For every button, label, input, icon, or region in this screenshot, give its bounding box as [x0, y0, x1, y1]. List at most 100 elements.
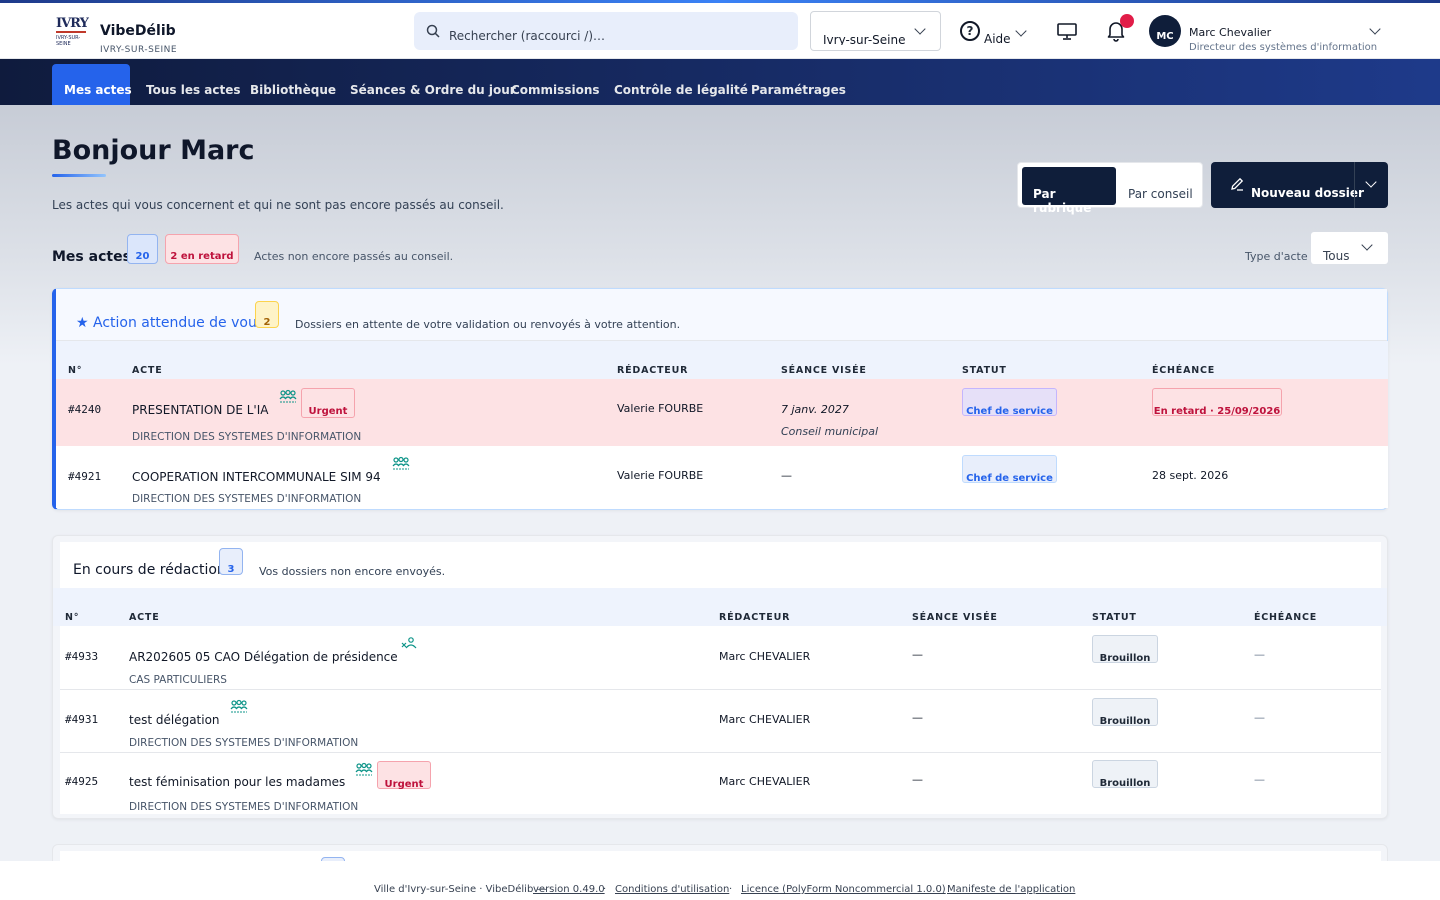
nav-parametrages[interactable]: Paramétrages: [751, 83, 846, 97]
nav-tous-les-actes[interactable]: Tous les actes: [146, 83, 241, 97]
nav-controle-legalite[interactable]: Contrôle de légalité: [614, 83, 748, 97]
row-service: DIRECTION DES SYSTEMES D'INFORMATION: [129, 801, 359, 813]
row-num: #4921: [68, 470, 102, 483]
action-card: ★ Action attendue de vous 2 Dossiers en …: [52, 288, 1388, 510]
row-title[interactable]: PRESENTATION DE L'IA: [132, 403, 268, 417]
footer-version-link[interactable]: version 0.49.0: [533, 884, 605, 895]
new-dossier-label: Nouveau dossier: [1251, 186, 1364, 200]
main-nav: Mes actes Tous les actes Bibliothèque Sé…: [0, 59, 1440, 105]
row-service: DIRECTION DES SYSTEMES D'INFORMATION: [132, 431, 362, 443]
group-icon: [279, 389, 297, 403]
chevron-down-icon[interactable]: [1365, 176, 1377, 188]
status-badge: Brouillon: [1092, 760, 1158, 789]
col-seance[interactable]: SÉANCE VISÉE: [781, 365, 867, 376]
user-name[interactable]: Marc Chevalier: [1189, 26, 1271, 39]
row-redacteur: Marc CHEVALIER: [719, 713, 811, 726]
table-header: N° ACTE RÉDACTEUR SÉANCE VISÉE STATUT ÉC…: [56, 341, 1388, 379]
row-service: DIRECTION DES SYSTEMES D'INFORMATION: [132, 493, 362, 505]
type-acte-select[interactable]: Tous: [1311, 232, 1388, 264]
table-row[interactable]: #4933 AR202605 05 CAO Délégation de prés…: [60, 626, 1381, 689]
footer-text: Ville d'Ivry-sur-Seine · VibeDélib —: [374, 884, 547, 895]
nav-bibliotheque[interactable]: Bibliothèque: [250, 83, 336, 97]
row-echeance: —: [1254, 773, 1265, 786]
footer-sep: ·: [935, 884, 939, 895]
row-num: #4925: [65, 775, 99, 788]
toggle-par-conseil[interactable]: Par conseil: [1128, 187, 1193, 201]
notifications-button[interactable]: [1105, 14, 1134, 42]
col-num: N°: [65, 612, 80, 623]
type-acte-value: Tous: [1323, 249, 1350, 263]
row-service: DIRECTION DES SYSTEMES D'INFORMATION: [129, 737, 359, 749]
col-statut[interactable]: STATUT: [1092, 612, 1137, 623]
col-redacteur[interactable]: RÉDACTEUR: [719, 612, 790, 623]
city-logo[interactable]: IVRY IVRY-SUR-SEINE: [56, 16, 89, 47]
status-label: Brouillon: [1099, 778, 1151, 789]
col-num: N°: [68, 365, 83, 376]
table-row[interactable]: #4931 test délégation DIRECTION DES SYST…: [60, 690, 1381, 752]
search-placeholder: Rechercher (raccourci /)…: [449, 29, 606, 43]
monitor-icon[interactable]: [1057, 23, 1077, 40]
delegation-icon: [401, 637, 417, 649]
urgent-label: Urgent: [384, 779, 424, 790]
section-title-mes-actes: Mes actes: [52, 249, 131, 265]
chevron-down-icon[interactable]: [1369, 23, 1381, 35]
row-redacteur: Valerie FOURBE: [617, 469, 704, 482]
urgent-label: Urgent: [308, 406, 348, 417]
redaction-count-badge: 3: [219, 548, 243, 575]
deadline-label: En retard · 25/09/2026: [1153, 406, 1281, 417]
table-row[interactable]: #4925 test féminisation pour les madames…: [60, 753, 1381, 814]
row-echeance: —: [1254, 648, 1265, 661]
action-title: ★ Action attendue de vous: [76, 315, 265, 331]
row-num: #4931: [65, 713, 99, 726]
toggle-par-rubrique[interactable]: Par rubrique: [1022, 167, 1116, 215]
row-redacteur: Valerie FOURBE: [617, 402, 704, 415]
col-acte[interactable]: ACTE: [132, 365, 163, 376]
city-select[interactable]: Ivry-sur-Seine: [810, 11, 941, 51]
table-row[interactable]: #4921 COOPERATION INTERCOMMUNALE SIM 94 …: [56, 446, 1388, 508]
logo-text: IVRY: [56, 16, 89, 33]
new-dossier-button[interactable]: Nouveau dossier: [1211, 162, 1388, 208]
footer: Ville d'Ivry-sur-Seine · VibeDélib — ver…: [0, 861, 1440, 900]
nav-commissions[interactable]: Commissions: [511, 83, 600, 97]
row-seance: —: [912, 648, 923, 661]
nav-seances[interactable]: Séances & Ordre du jour: [350, 83, 516, 97]
count-badge: 20: [127, 234, 158, 264]
footer-manifeste-link[interactable]: Manifeste de l'application: [947, 884, 1075, 895]
status-label: Chef de service: [966, 406, 1053, 417]
col-echeance[interactable]: ÉCHÉANCE: [1254, 612, 1317, 623]
row-title[interactable]: AR202605 05 CAO Délégation de présidence: [129, 650, 398, 664]
footer-licence-link[interactable]: Licence (PolyForm Noncommercial 1.0.0): [741, 884, 946, 895]
app-name[interactable]: VibeDélib: [100, 23, 176, 39]
view-toggle: Par rubrique Par conseil: [1017, 162, 1203, 215]
table-row[interactable]: #4240 PRESENTATION DE L'IA Urgent DIRECT…: [56, 379, 1388, 446]
status-label: Brouillon: [1099, 716, 1151, 727]
help-menu[interactable]: ? Aide: [960, 21, 1040, 49]
col-statut[interactable]: STATUT: [962, 365, 1007, 376]
redaction-subtitle: Vos dossiers non encore envoyés.: [259, 565, 446, 578]
late-deadline-badge: En retard · 25/09/2026: [1152, 388, 1282, 417]
action-count-badge: 2: [255, 301, 279, 328]
status-label: Brouillon: [1099, 653, 1151, 664]
footer-cgu-link[interactable]: Conditions d'utilisation: [615, 884, 729, 895]
search-icon: [426, 24, 440, 38]
search-input[interactable]: Rechercher (raccourci /)…: [414, 12, 798, 50]
col-seance[interactable]: SÉANCE VISÉE: [912, 612, 998, 623]
col-echeance[interactable]: ÉCHÉANCE: [1152, 365, 1215, 376]
col-redacteur[interactable]: RÉDACTEUR: [617, 365, 688, 376]
row-seance-name: Conseil municipal: [781, 425, 879, 438]
urgent-badge: Urgent: [377, 761, 431, 790]
row-title[interactable]: test délégation: [129, 713, 220, 727]
late-badge[interactable]: 2 en retard: [165, 234, 239, 264]
row-title[interactable]: COOPERATION INTERCOMMUNALE SIM 94: [132, 470, 381, 484]
page-subtitle: Les actes qui vous concernent et qui ne …: [52, 198, 504, 212]
avatar[interactable]: MC: [1149, 15, 1181, 47]
city-select-value: Ivry-sur-Seine: [823, 33, 906, 45]
row-title[interactable]: test féminisation pour les madames: [129, 775, 345, 789]
nav-mes-actes[interactable]: Mes actes: [64, 83, 132, 97]
col-acte[interactable]: ACTE: [129, 612, 160, 623]
help-label: Aide: [984, 32, 1011, 46]
redaction-card: En cours de rédaction 3 Vos dossiers non…: [52, 535, 1388, 819]
header: IVRY IVRY-SUR-SEINE VibeDélib IVRY-SUR-S…: [0, 3, 1440, 59]
row-seance-date: 7 janv. 2027: [781, 403, 849, 416]
row-redacteur: Marc CHEVALIER: [719, 775, 811, 788]
